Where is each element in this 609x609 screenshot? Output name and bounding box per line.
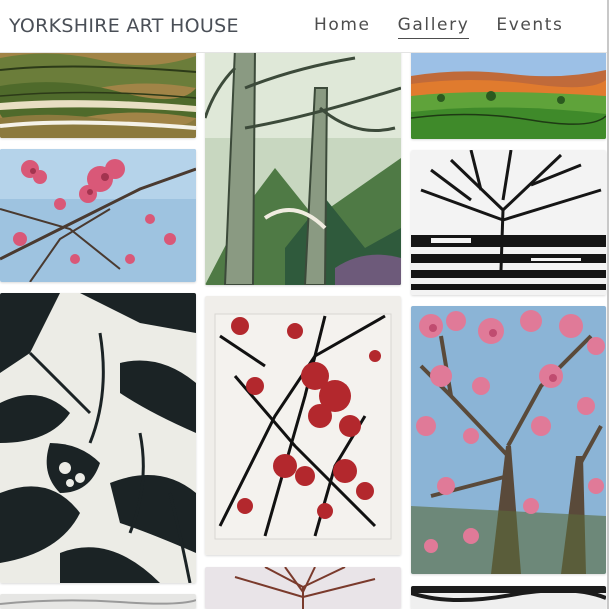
artwork-linocut-tree[interactable] [411, 150, 606, 295]
artwork-valley-landscape[interactable] [0, 48, 196, 138]
nav-events[interactable]: Events [496, 15, 563, 39]
gallery-grid [0, 0, 609, 609]
site-header: YORKSHIRE ART HOUSE Home Gallery Events [0, 0, 609, 53]
artwork-blossom-tree[interactable] [411, 306, 606, 574]
artwork-bottom-left-partial[interactable] [0, 594, 196, 609]
artwork-linocut-flower[interactable] [0, 293, 196, 583]
artwork-red-blossom-print[interactable] [205, 296, 401, 555]
site-title[interactable]: YORKSHIRE ART HOUSE [9, 15, 239, 37]
nav-home[interactable]: Home [314, 15, 371, 39]
artwork-print-partial[interactable] [411, 586, 606, 609]
artwork-branch-partial[interactable] [205, 567, 401, 609]
nav-gallery[interactable]: Gallery [397, 15, 470, 39]
artwork-woodland-trees[interactable] [205, 48, 401, 285]
artwork-pink-blossom-sky[interactable] [0, 149, 196, 282]
main-nav: Home Gallery Events [314, 15, 591, 39]
artwork-green-hills[interactable] [411, 48, 606, 139]
